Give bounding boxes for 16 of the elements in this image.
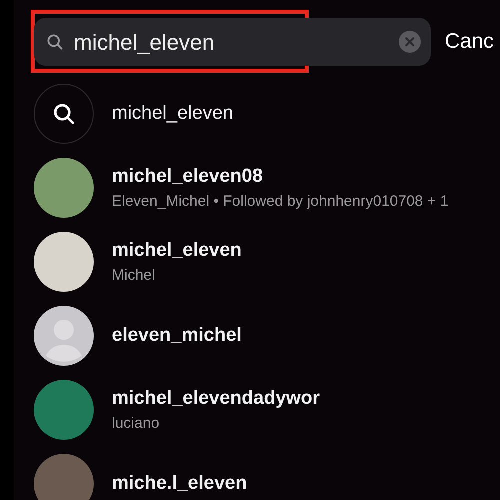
search-value: michel_eleven <box>74 28 216 56</box>
cancel-button[interactable]: Canc <box>445 26 494 58</box>
account-subtitle: Michel <box>112 266 156 286</box>
account-subtitle: Eleven_Michel • Followed by johnhenry010708 + 1 <box>112 192 449 212</box>
username[interactable]: michel_eleven <box>112 236 242 265</box>
username[interactable]: michel_elevendadywor <box>112 384 320 413</box>
search-suggestion[interactable]: michel_eleven <box>112 100 234 128</box>
username[interactable]: michel_eleven08 <box>112 162 449 191</box>
account-subtitle: luciano <box>112 414 161 434</box>
username[interactable]: miche.l_eleven <box>112 470 248 498</box>
clear-icon[interactable] <box>399 31 421 53</box>
search-field[interactable]: michel_eleven <box>34 18 431 66</box>
username[interactable]: eleven_michel <box>112 322 242 350</box>
search-icon <box>34 84 94 144</box>
default-avatar-icon <box>34 306 94 366</box>
search-icon <box>46 33 64 51</box>
